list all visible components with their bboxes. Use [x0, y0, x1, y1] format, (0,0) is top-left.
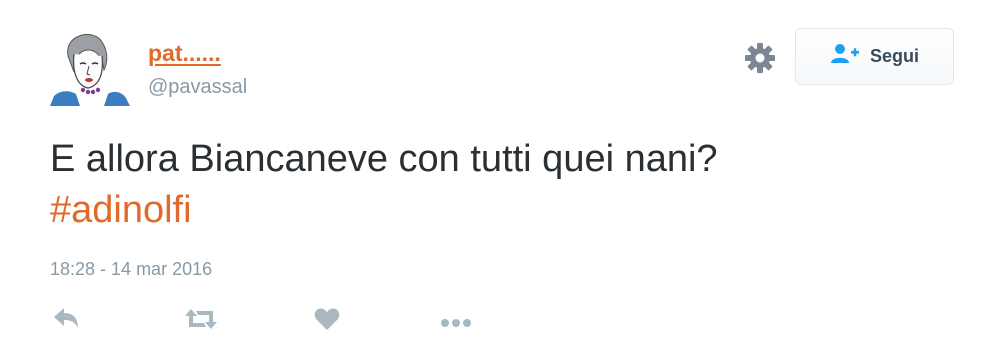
author-display-name[interactable]: pat......	[148, 40, 221, 67]
like-icon[interactable]	[314, 307, 340, 336]
follow-button[interactable]: Segui	[795, 28, 954, 85]
portrait-drawing-icon	[50, 26, 130, 106]
retweet-icon[interactable]	[184, 308, 218, 335]
tweet-body: E allora Biancaneve con tutti quei nani?	[50, 138, 718, 180]
gear-icon[interactable]	[744, 42, 776, 74]
hashtag-link[interactable]: #adinolfi	[50, 185, 950, 236]
author-handle[interactable]: @pavassal	[148, 76, 247, 99]
follow-button-label: Segui	[869, 46, 919, 66]
more-icon[interactable]	[440, 315, 472, 333]
reply-icon[interactable]	[52, 306, 80, 335]
tweet-text: E allora Biancaneve con tutti quei nani?…	[50, 134, 950, 236]
tweet-timestamp[interactable]: 18:28 - 14 mar 2016	[50, 259, 212, 280]
avatar[interactable]	[50, 26, 130, 106]
add-user-icon	[830, 43, 860, 70]
